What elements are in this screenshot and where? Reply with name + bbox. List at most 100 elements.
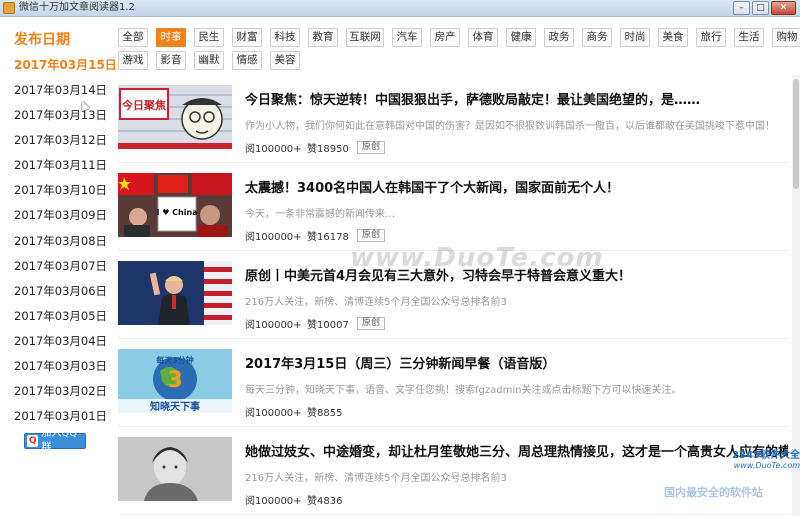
article-summary: 作为小人物，我们你何如此在意韩国对中国的伤害？是因如不很狠数训韩国杀一儆百，以后… bbox=[245, 121, 775, 132]
cartoon-thumbnail-image: 今日聚焦 bbox=[118, 85, 232, 149]
article-meta: 阅100000+ 赞16178 原创 bbox=[245, 228, 386, 243]
tab-real-estate[interactable]: 房产 bbox=[430, 28, 460, 47]
date-item[interactable]: 2017年03月04日 bbox=[14, 333, 107, 349]
article-meta: 阅100000+ 赞18950 原创 bbox=[245, 140, 386, 155]
article-thumbnail[interactable] bbox=[118, 261, 232, 325]
article-summary: 今天，一条非常震撼的新闻传来… bbox=[245, 209, 395, 220]
date-sidebar: 发布日期 2017年03月15日 2017年03月14日 2017年03月13日… bbox=[0, 17, 117, 516]
tab-travel[interactable]: 旅行 bbox=[696, 28, 726, 47]
scrollbar-thumb[interactable] bbox=[793, 79, 799, 189]
read-count: 阅100000+ bbox=[245, 408, 302, 419]
tab-current-affairs[interactable]: 时事 bbox=[156, 28, 186, 47]
tab-life[interactable]: 生活 bbox=[734, 28, 764, 47]
politician-speech-image bbox=[118, 261, 232, 325]
watermark-logo-line1: 2345软件大全 bbox=[732, 450, 800, 461]
article-list: 今日聚焦 今日聚焦：惊天逆转！中国狠狠出手，萨德败局敲定！最让美国绝望的，是……… bbox=[118, 75, 788, 516]
date-item[interactable]: 2017年03月08日 bbox=[14, 233, 107, 249]
window-title: 微信十万加文章阅读器1.2 bbox=[19, 2, 135, 13]
tab-technology[interactable]: 科技 bbox=[270, 28, 300, 47]
date-item[interactable]: 2017年03月05日 bbox=[14, 308, 107, 324]
date-item[interactable]: 2017年03月11日 bbox=[14, 157, 107, 173]
date-item[interactable]: 2017年03月09日 bbox=[14, 207, 107, 223]
tab-wealth[interactable]: 财富 bbox=[232, 28, 262, 47]
like-count: 赞4836 bbox=[307, 496, 343, 507]
minimize-button[interactable]: – bbox=[733, 1, 750, 15]
date-item[interactable]: 2017年03月03日 bbox=[14, 358, 107, 374]
list-item[interactable]: 今日聚焦 今日聚焦：惊天逆转！中国狠狠出手，萨德败局敲定！最让美国绝望的，是……… bbox=[118, 75, 788, 163]
thumb-caption-bottom: 知晓天下事 bbox=[149, 400, 200, 413]
article-title[interactable]: 2017年3月15日（周三）三分钟新闻早餐（语音版） bbox=[245, 353, 555, 372]
tab-fashion[interactable]: 时尚 bbox=[620, 28, 650, 47]
article-meta: 阅100000+ 赞10007 原创 bbox=[245, 316, 386, 331]
read-count: 阅100000+ bbox=[245, 320, 302, 331]
tab-humor[interactable]: 幽默 bbox=[194, 51, 224, 70]
qq-button-label: 加入QQ群 bbox=[41, 428, 78, 453]
article-title[interactable]: 太震撼！3400名中国人在韩国干了个大新闻，国家面前无个人！ bbox=[245, 177, 619, 196]
article-summary: 216万人关注，新榜、清博连续5个月全国公众号总排名前3 bbox=[245, 297, 507, 308]
tab-food[interactable]: 美食 bbox=[658, 28, 688, 47]
article-thumbnail[interactable] bbox=[118, 437, 232, 501]
svg-text:3: 3 bbox=[167, 368, 182, 393]
window-controls: – □ ✕ bbox=[733, 1, 796, 15]
tab-education[interactable]: 教育 bbox=[308, 28, 338, 47]
date-item[interactable]: 2017年03月13日 bbox=[14, 107, 107, 123]
like-count: 赞10007 bbox=[307, 320, 349, 331]
article-thumbnail[interactable]: 今日聚焦 bbox=[118, 85, 232, 149]
date-item[interactable]: 2017年03月12日 bbox=[14, 132, 107, 148]
qq-icon: Q bbox=[27, 435, 39, 447]
original-badge: 原创 bbox=[357, 229, 386, 242]
maximize-button[interactable]: □ bbox=[752, 1, 769, 15]
thumb-caption: 今日聚焦 bbox=[121, 98, 166, 112]
crowd-flags-image: I ♥ China bbox=[118, 173, 232, 237]
portrait-photo-image bbox=[118, 437, 232, 501]
tab-auto[interactable]: 汽车 bbox=[392, 28, 422, 47]
read-count: 阅100000+ bbox=[245, 496, 302, 507]
like-count: 赞16178 bbox=[307, 232, 349, 243]
tab-business[interactable]: 商务 bbox=[582, 28, 612, 47]
tab-livelihood[interactable]: 民生 bbox=[194, 28, 224, 47]
list-item[interactable]: 3 每天3分钟 知晓天下事 2017年3月15日（周三）三分钟新闻早餐（语音版）… bbox=[118, 339, 788, 427]
tab-media[interactable]: 影音 bbox=[156, 51, 186, 70]
watermark-logo: 2345软件大全 www.DuoTe.com bbox=[722, 446, 800, 470]
list-item[interactable]: I ♥ China 太震撼！3400名中国人在韩国干了个大新闻，国家面前无个人！… bbox=[118, 163, 788, 251]
tab-all[interactable]: 全部 bbox=[118, 28, 148, 47]
tab-sports[interactable]: 体育 bbox=[468, 28, 498, 47]
article-meta: 阅100000+ 赞8855 bbox=[245, 404, 355, 419]
tab-shopping[interactable]: 购物 bbox=[772, 28, 800, 47]
date-item[interactable]: 2017年03月10日 bbox=[14, 182, 107, 198]
article-meta: 阅100000+ 赞4836 bbox=[245, 492, 355, 507]
app-icon bbox=[3, 2, 15, 14]
tab-beauty[interactable]: 美容 bbox=[270, 51, 300, 70]
tab-government[interactable]: 政务 bbox=[544, 28, 574, 47]
article-summary: 每天三分钟，知晓天下事，语音、文字任您挑！搜索fgzadmin关注或点击标题下方… bbox=[245, 385, 682, 396]
date-item[interactable]: 2017年03月02日 bbox=[14, 383, 107, 399]
news-breakfast-image: 3 每天3分钟 知晓天下事 bbox=[118, 349, 232, 413]
original-badge: 原创 bbox=[357, 317, 386, 330]
tab-emotion[interactable]: 情感 bbox=[232, 51, 262, 70]
article-title[interactable]: 她做过妓女、中途婚变，却让杜月笙敬她三分、周总理热情接见，这才是一个高贵女人应有… bbox=[245, 441, 788, 460]
list-item[interactable]: 她做过妓女、中途婚变，却让杜月笙敬她三分、周总理热情接见，这才是一个高贵女人应有… bbox=[118, 427, 788, 515]
date-item[interactable]: 2017年03月01日 bbox=[14, 408, 107, 424]
date-item[interactable]: 2017年03月07日 bbox=[14, 258, 107, 274]
article-summary: 216万人关注，新榜、清博连续5个月全国公众号总排名前3 bbox=[245, 473, 507, 484]
sidebar-title: 发布日期 bbox=[14, 32, 70, 48]
like-count: 赞8855 bbox=[307, 408, 343, 419]
article-title[interactable]: 今日聚焦：惊天逆转！中国狠狠出手，萨德败局敲定！最让美国绝望的，是…… bbox=[245, 89, 700, 108]
thumb-caption: I ♥ China bbox=[156, 208, 197, 217]
date-item[interactable]: 2017年03月14日 bbox=[14, 82, 107, 98]
thumb-caption-top: 每天3分钟 bbox=[156, 355, 194, 365]
article-thumbnail[interactable]: 3 每天3分钟 知晓天下事 bbox=[118, 349, 232, 413]
like-count: 赞18950 bbox=[307, 144, 349, 155]
read-count: 阅100000+ bbox=[245, 232, 302, 243]
window-titlebar: 微信十万加文章阅读器1.2 – □ ✕ bbox=[0, 0, 800, 17]
date-item-active[interactable]: 2017年03月15日 bbox=[14, 56, 117, 73]
close-button[interactable]: ✕ bbox=[771, 1, 796, 15]
tab-internet[interactable]: 互联网 bbox=[346, 28, 384, 47]
join-qq-group-button[interactable]: Q 加入QQ群 bbox=[24, 428, 86, 453]
article-thumbnail[interactable]: I ♥ China bbox=[118, 173, 232, 237]
original-badge: 原创 bbox=[357, 141, 386, 154]
date-item[interactable]: 2017年03月06日 bbox=[14, 283, 107, 299]
category-tabs: 全部 时事 民生 财富 科技 教育 互联网 汽车 房产 体育 健康 政务 商务 … bbox=[118, 27, 800, 75]
tab-games[interactable]: 游戏 bbox=[118, 51, 148, 70]
tab-health[interactable]: 健康 bbox=[506, 28, 536, 47]
